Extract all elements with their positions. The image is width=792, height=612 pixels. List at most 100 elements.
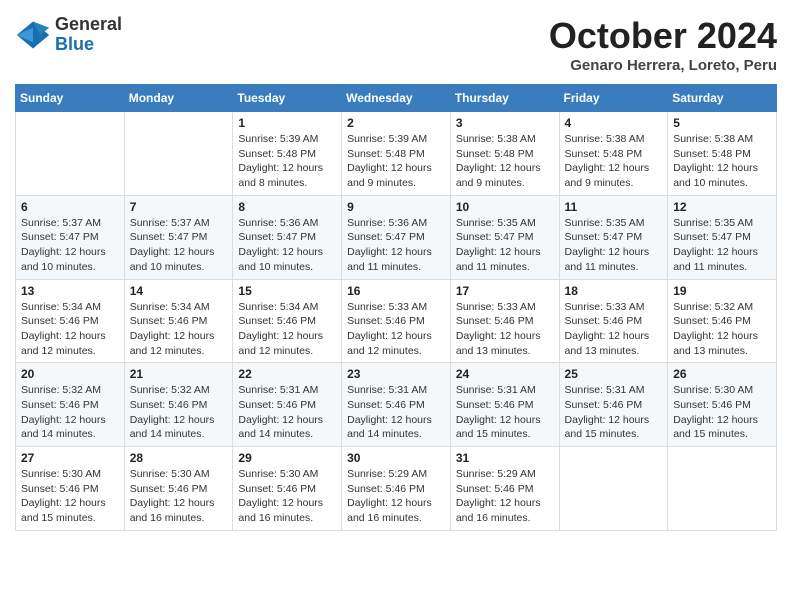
title-block: October 2024 Genaro Herrera, Loreto, Per… xyxy=(549,15,777,74)
col-monday: Monday xyxy=(124,85,233,112)
day-number: 30 xyxy=(347,451,445,465)
table-cell: 6 Sunrise: 5:37 AMSunset: 5:47 PMDaylight… xyxy=(16,195,125,279)
day-info: Sunrise: 5:34 AMSunset: 5:46 PMDaylight:… xyxy=(21,300,119,359)
day-number: 26 xyxy=(673,367,771,381)
day-info: Sunrise: 5:30 AMSunset: 5:46 PMDaylight:… xyxy=(673,383,771,442)
day-info: Sunrise: 5:29 AMSunset: 5:46 PMDaylight:… xyxy=(347,467,445,526)
table-cell xyxy=(16,112,125,196)
logo-text: General Blue xyxy=(55,15,122,55)
table-cell: 20Sunrise: 5:32 AMSunset: 5:46 PMDayligh… xyxy=(16,363,125,447)
table-cell: 1 Sunrise: 5:39 AMSunset: 5:48 PMDaylight… xyxy=(233,112,342,196)
day-number: 23 xyxy=(347,367,445,381)
table-cell: 10 Sunrise: 5:35 AMSunset: 5:47 PMDayligh… xyxy=(450,195,559,279)
day-info: Sunrise: 5:38 AMSunset: 5:48 PMDaylight:… xyxy=(565,132,663,191)
calendar-week-3: 13 Sunrise: 5:34 AMSunset: 5:46 PMDayligh… xyxy=(16,279,777,363)
day-number: 16 xyxy=(347,284,445,298)
day-number: 25 xyxy=(565,367,663,381)
day-number: 3 xyxy=(456,116,554,130)
day-number: 4 xyxy=(565,116,663,130)
table-cell: 8 Sunrise: 5:36 AMSunset: 5:47 PMDaylight… xyxy=(233,195,342,279)
day-number: 27 xyxy=(21,451,119,465)
table-cell: 19Sunrise: 5:32 AMSunset: 5:46 PMDayligh… xyxy=(668,279,777,363)
location-subtitle: Genaro Herrera, Loreto, Peru xyxy=(549,57,777,74)
day-number: 8 xyxy=(238,200,336,214)
table-cell: 11 Sunrise: 5:35 AMSunset: 5:47 PMDayligh… xyxy=(559,195,668,279)
day-number: 11 xyxy=(565,200,663,214)
table-cell: 31 Sunrise: 5:29 AMSunset: 5:46 PMDayligh… xyxy=(450,447,559,531)
col-saturday: Saturday xyxy=(668,85,777,112)
day-info: Sunrise: 5:32 AMSunset: 5:46 PMDaylight:… xyxy=(673,300,771,359)
day-info: Sunrise: 5:35 AMSunset: 5:47 PMDaylight:… xyxy=(565,216,663,275)
col-sunday: Sunday xyxy=(16,85,125,112)
day-info: Sunrise: 5:33 AMSunset: 5:46 PMDaylight:… xyxy=(347,300,445,359)
day-info: Sunrise: 5:37 AMSunset: 5:47 PMDaylight:… xyxy=(21,216,119,275)
table-cell: 23 Sunrise: 5:31 AMSunset: 5:46 PMDayligh… xyxy=(342,363,451,447)
month-year-title: October 2024 xyxy=(549,15,777,57)
logo-blue: Blue xyxy=(55,35,122,55)
table-cell: 4 Sunrise: 5:38 AMSunset: 5:48 PMDaylight… xyxy=(559,112,668,196)
table-cell: 30 Sunrise: 5:29 AMSunset: 5:46 PMDayligh… xyxy=(342,447,451,531)
day-number: 1 xyxy=(238,116,336,130)
table-cell: 21 Sunrise: 5:32 AMSunset: 5:46 PMDayligh… xyxy=(124,363,233,447)
table-cell: 27 Sunrise: 5:30 AMSunset: 5:46 PMDayligh… xyxy=(16,447,125,531)
day-number: 29 xyxy=(238,451,336,465)
table-cell: 16 Sunrise: 5:33 AMSunset: 5:46 PMDayligh… xyxy=(342,279,451,363)
logo: General Blue xyxy=(15,15,122,55)
day-number: 14 xyxy=(130,284,228,298)
day-info: Sunrise: 5:39 AMSunset: 5:48 PMDaylight:… xyxy=(347,132,445,191)
day-info: Sunrise: 5:33 AMSunset: 5:46 PMDaylight:… xyxy=(456,300,554,359)
day-info: Sunrise: 5:30 AMSunset: 5:46 PMDaylight:… xyxy=(238,467,336,526)
table-cell: 3 Sunrise: 5:38 AMSunset: 5:48 PMDaylight… xyxy=(450,112,559,196)
day-info: Sunrise: 5:38 AMSunset: 5:48 PMDaylight:… xyxy=(456,132,554,191)
col-friday: Friday xyxy=(559,85,668,112)
day-number: 31 xyxy=(456,451,554,465)
table-cell: 18 Sunrise: 5:33 AMSunset: 5:46 PMDayligh… xyxy=(559,279,668,363)
day-number: 10 xyxy=(456,200,554,214)
day-number: 20 xyxy=(21,367,119,381)
table-cell: 9 Sunrise: 5:36 AMSunset: 5:47 PMDaylight… xyxy=(342,195,451,279)
day-info: Sunrise: 5:35 AMSunset: 5:47 PMDaylight:… xyxy=(673,216,771,275)
day-number: 12 xyxy=(673,200,771,214)
day-info: Sunrise: 5:38 AMSunset: 5:48 PMDaylight:… xyxy=(673,132,771,191)
table-cell: 5Sunrise: 5:38 AMSunset: 5:48 PMDaylight… xyxy=(668,112,777,196)
day-number: 24 xyxy=(456,367,554,381)
table-cell: 2Sunrise: 5:39 AMSunset: 5:48 PMDaylight… xyxy=(342,112,451,196)
table-cell: 7Sunrise: 5:37 AMSunset: 5:47 PMDaylight… xyxy=(124,195,233,279)
col-wednesday: Wednesday xyxy=(342,85,451,112)
logo-icon xyxy=(15,17,51,53)
day-info: Sunrise: 5:36 AMSunset: 5:47 PMDaylight:… xyxy=(238,216,336,275)
table-cell: 24 Sunrise: 5:31 AMSunset: 5:46 PMDayligh… xyxy=(450,363,559,447)
day-info: Sunrise: 5:39 AMSunset: 5:48 PMDaylight:… xyxy=(238,132,336,191)
day-info: Sunrise: 5:34 AMSunset: 5:46 PMDaylight:… xyxy=(238,300,336,359)
logo-general: General xyxy=(55,15,122,35)
day-number: 18 xyxy=(565,284,663,298)
table-cell: 28Sunrise: 5:30 AMSunset: 5:46 PMDayligh… xyxy=(124,447,233,531)
day-number: 21 xyxy=(130,367,228,381)
day-info: Sunrise: 5:35 AMSunset: 5:47 PMDaylight:… xyxy=(456,216,554,275)
col-thursday: Thursday xyxy=(450,85,559,112)
day-info: Sunrise: 5:33 AMSunset: 5:46 PMDaylight:… xyxy=(565,300,663,359)
table-cell xyxy=(124,112,233,196)
day-info: Sunrise: 5:36 AMSunset: 5:47 PMDaylight:… xyxy=(347,216,445,275)
day-info: Sunrise: 5:31 AMSunset: 5:46 PMDaylight:… xyxy=(456,383,554,442)
day-info: Sunrise: 5:31 AMSunset: 5:46 PMDaylight:… xyxy=(238,383,336,442)
col-tuesday: Tuesday xyxy=(233,85,342,112)
calendar-table: Sunday Monday Tuesday Wednesday Thursday… xyxy=(15,84,777,531)
day-info: Sunrise: 5:32 AMSunset: 5:46 PMDaylight:… xyxy=(130,383,228,442)
calendar-week-5: 27 Sunrise: 5:30 AMSunset: 5:46 PMDayligh… xyxy=(16,447,777,531)
day-info: Sunrise: 5:31 AMSunset: 5:46 PMDaylight:… xyxy=(565,383,663,442)
day-info: Sunrise: 5:30 AMSunset: 5:46 PMDaylight:… xyxy=(21,467,119,526)
day-info: Sunrise: 5:29 AMSunset: 5:46 PMDaylight:… xyxy=(456,467,554,526)
day-info: Sunrise: 5:31 AMSunset: 5:46 PMDaylight:… xyxy=(347,383,445,442)
day-info: Sunrise: 5:30 AMSunset: 5:46 PMDaylight:… xyxy=(130,467,228,526)
day-number: 9 xyxy=(347,200,445,214)
day-info: Sunrise: 5:34 AMSunset: 5:46 PMDaylight:… xyxy=(130,300,228,359)
table-cell: 15Sunrise: 5:34 AMSunset: 5:46 PMDayligh… xyxy=(233,279,342,363)
table-cell: 12 Sunrise: 5:35 AMSunset: 5:47 PMDayligh… xyxy=(668,195,777,279)
day-number: 13 xyxy=(21,284,119,298)
table-cell: 26 Sunrise: 5:30 AMSunset: 5:46 PMDayligh… xyxy=(668,363,777,447)
table-cell: 22Sunrise: 5:31 AMSunset: 5:46 PMDayligh… xyxy=(233,363,342,447)
table-cell: 25 Sunrise: 5:31 AMSunset: 5:46 PMDayligh… xyxy=(559,363,668,447)
day-number: 6 xyxy=(21,200,119,214)
calendar-week-4: 20 Sunrise: 5:32 AMSunset: 5:46 PMDayligh… xyxy=(16,363,777,447)
